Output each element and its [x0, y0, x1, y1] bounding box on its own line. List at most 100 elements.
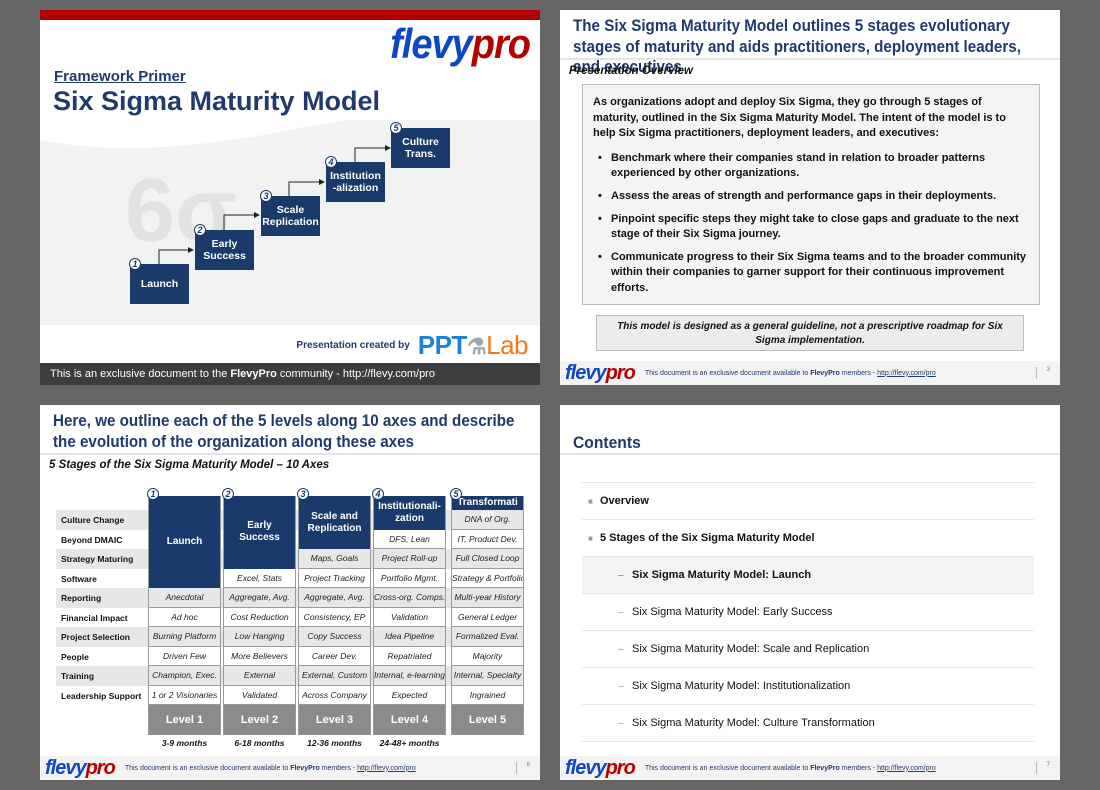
table-cell: External, Custom [299, 666, 370, 686]
toc-item-label: Six Sigma Maturity Model: Culture Transf… [632, 717, 875, 729]
toc-item[interactable]: – Six Sigma Maturity Model: Culture Trans… [582, 704, 1034, 741]
dash-bullet-icon: – [618, 717, 624, 729]
stage-number-badge: 5 [450, 488, 462, 500]
flevy-link[interactable]: http://flevy.com/pro [357, 765, 416, 772]
title-divider [40, 453, 540, 455]
flevypro-logo: flevypro [565, 756, 636, 779]
dash-bullet-icon: – [618, 569, 624, 581]
stage-column: 2 Early Success Excel, Stats Aggregate, Avg… [222, 488, 296, 735]
toc-item-label: Overview [600, 495, 649, 507]
step-number-badge: 3 [260, 190, 272, 202]
stage-header: Institutionali-zation [374, 496, 445, 530]
table-cell: Cross-org. Comps. [374, 588, 445, 608]
stage-column: 4 Institutionali-zation DFS, Lean Project R… [372, 488, 446, 735]
table-of-contents: ■ Overview ■ 5 Stages of the Six Sigma Matu… [582, 482, 1034, 742]
table-cell: Project Roll-up [374, 549, 445, 569]
title-divider [560, 58, 1060, 60]
table-cell: Champion, Exec. [149, 666, 220, 686]
duration-label: 24-48+ months [379, 738, 440, 748]
table-cell: DFS, Lean [374, 529, 445, 549]
table-cell: Low Hanging [224, 627, 295, 647]
table-cell: Validation [374, 607, 445, 627]
dash-bullet-icon: – [618, 680, 624, 692]
table-cell: Repatriated [374, 646, 445, 666]
table-cell: Validated [224, 685, 295, 705]
slide-overview[interactable]: The Six Sigma Maturity Model outlines 5 … [560, 10, 1060, 385]
toc-item[interactable]: – Six Sigma Maturity Model: Scale and Rep… [582, 630, 1034, 667]
pptlab-logo: PPT⚗Lab [417, 330, 529, 360]
step-scale-replication: Scale Replication 3 [260, 190, 320, 236]
table-cell: Formalized Eval. [452, 627, 523, 647]
level-label: Level 2 [224, 705, 295, 735]
slide-cover[interactable]: flevypro Framework Primer Six Sigma Matu… [40, 10, 540, 385]
step-number-badge: 5 [390, 122, 402, 134]
table-cell: Portfolio Mgmt. [374, 568, 445, 588]
bullet-item: Communicate progress to their Six Sigma … [593, 250, 1029, 297]
toc-item[interactable]: – Six Sigma Maturity Model: Launch [582, 556, 1034, 593]
table-cell: Expected [374, 685, 445, 705]
table-cell: Majority [452, 646, 523, 666]
table-cell: Consistency, EP [299, 607, 370, 627]
table-cell: Across Company [299, 685, 370, 705]
table-cell: Anecdotal [149, 588, 220, 608]
flevypro-logo: flevypro [565, 361, 636, 384]
toc-item[interactable]: ■ 5 Stages of the Six Sigma Maturity Mode… [582, 519, 1034, 556]
bullet-list: Benchmark where their companies stand in… [593, 151, 1029, 297]
level-label: Level 4 [374, 705, 445, 735]
stage-number-badge: 3 [297, 488, 309, 500]
bullet-item: Benchmark where their companies stand in… [593, 151, 1029, 182]
step-number-badge: 2 [194, 224, 206, 236]
table-cell: Burning Platform [149, 627, 220, 647]
flevy-link[interactable]: http://flevy.com/pro [877, 370, 936, 377]
table-cell: Copy Success [299, 627, 370, 647]
page-number: 7 [1035, 762, 1050, 774]
duration-label: 6-18 months [234, 738, 285, 748]
level-label: Level 5 [452, 705, 523, 735]
table-cell: Full Closed Loop [452, 549, 523, 569]
table-cell: Internal, e-learning [374, 666, 445, 686]
table-cell: Aggregate, Avg. [299, 588, 370, 608]
table-cell: Aggregate, Avg. [224, 588, 295, 608]
table-cell: General Ledger [452, 607, 523, 627]
step-launch: Launch 1 [129, 258, 189, 304]
table-cell: Ad hoc [149, 607, 220, 627]
title-divider [560, 453, 1060, 455]
table-cell: External [224, 666, 295, 686]
flask-icon: ⚗ [466, 334, 487, 359]
slide-footer: flevypro This document is an exclusive d… [40, 756, 540, 780]
page-number: 6 [515, 762, 530, 774]
step-number-badge: 4 [325, 156, 337, 168]
square-bullet-icon: ■ [588, 533, 593, 543]
table-cell: Career Dev. [299, 646, 370, 666]
stage-header: Launch [149, 496, 220, 588]
page-number: 3 [1035, 367, 1050, 379]
level-label: Level 3 [299, 705, 370, 735]
intro-paragraph: As organizations adopt and deploy Six Si… [593, 96, 1006, 140]
overview-box: As organizations adopt and deploy Six Si… [582, 84, 1040, 305]
slide-footer: flevypro This document is an exclusive d… [560, 756, 1060, 780]
dash-bullet-icon: – [618, 606, 624, 618]
stage-header: Scale and Replication [299, 496, 370, 549]
toc-item[interactable]: – Six Sigma Maturity Model: Institutional… [582, 667, 1034, 704]
toc-item[interactable]: – Six Sigma Maturity Model: Early Success [582, 593, 1034, 630]
section-subtitle: Presentation Overview [569, 65, 693, 77]
table-cell: Ingrained [452, 685, 523, 705]
bullet-item: Pinpoint specific steps they might take … [593, 212, 1029, 243]
toc-item[interactable]: ■ Overview [582, 482, 1034, 519]
flevypro-logo: flevypro [45, 756, 116, 779]
stage-column: 3 Scale and Replication Maps, Goals Project… [297, 488, 371, 735]
toc-item-label: Six Sigma Maturity Model: Institutionali… [632, 680, 851, 692]
flevy-link[interactable]: http://flevy.com/pro [877, 765, 936, 772]
table-cell: Multi-year History [452, 588, 523, 608]
table-cell: Idea Pipeline [374, 627, 445, 647]
slide-footer: flevypro This document is an exclusive d… [560, 361, 1060, 385]
duration-label: 3-9 months [161, 738, 208, 748]
table-cell: Maps, Goals [299, 549, 370, 569]
slide-ten-axes[interactable]: Here, we outline each of the 5 levels al… [40, 405, 540, 780]
table-cell: Driven Few [149, 646, 220, 666]
slide-contents[interactable]: Contents ■ Overview ■ 5 Stages of the Six S… [560, 405, 1060, 780]
presentation-credit: Presentation created by PPT⚗Lab [296, 330, 529, 360]
stage-number-badge: 4 [372, 488, 384, 500]
toc-item-label: Six Sigma Maturity Model: Early Success [632, 606, 833, 618]
step-institutionalization: Institution-alization 4 [325, 156, 385, 202]
